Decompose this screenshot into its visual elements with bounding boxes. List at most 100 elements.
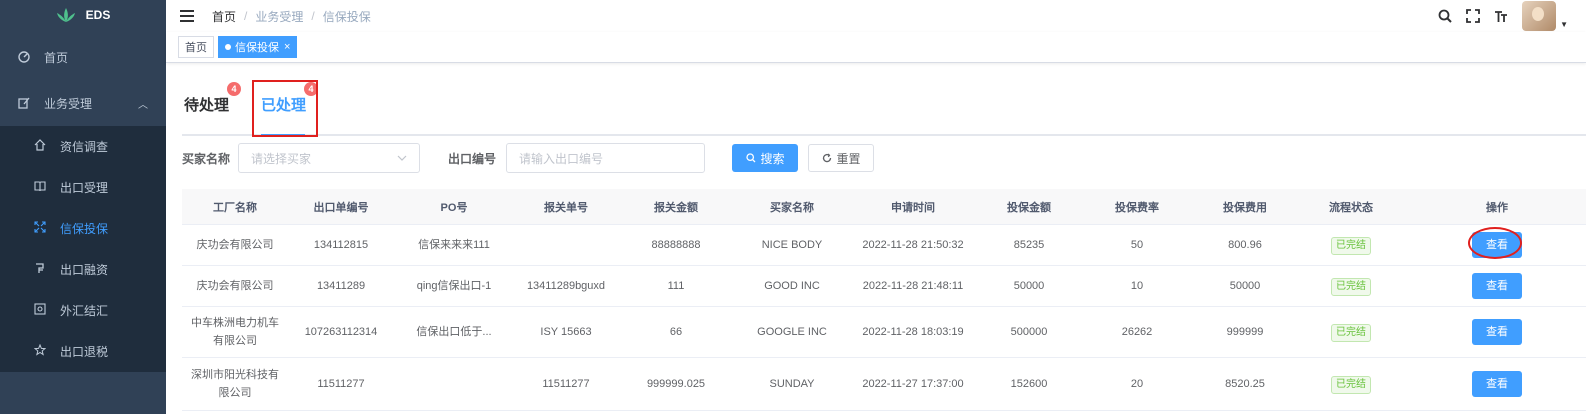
- cell-factory: 深圳市阳光科技有限公司: [182, 357, 288, 411]
- cell-status: 已完结: [1298, 357, 1404, 411]
- sidebar-item-label: 出口退税: [60, 345, 109, 359]
- tabs: 待处理 4 已处理 4: [182, 72, 1586, 137]
- cell-time: 2022-11-28 21:50:32: [850, 224, 976, 266]
- sidebar-item-home[interactable]: 首页: [0, 34, 166, 80]
- cell-insured-amount: 50000: [976, 265, 1082, 307]
- sidebar-item-label: 出口受理: [60, 181, 109, 195]
- page-content: 待处理 4 已处理 4 买家名称 请选择买家 出口编号 请输入出口编号 搜索 重…: [182, 72, 1586, 411]
- cell-status: 已完结: [1298, 224, 1404, 266]
- tab-pending[interactable]: 待处理 4: [184, 82, 242, 115]
- column-header: 投保费用: [1192, 189, 1298, 225]
- cell-factory: 庆功会有限公司: [182, 224, 288, 266]
- column-header: 操作: [1404, 189, 1586, 225]
- table-row: 庆功会有限公司 13411289 qing信保出口-1 13411289bgux…: [182, 265, 1586, 307]
- font-size-icon[interactable]: [1494, 9, 1508, 23]
- button-label: 查看: [1486, 326, 1508, 338]
- close-icon[interactable]: ×: [284, 41, 290, 53]
- sidebar-footer: [0, 376, 166, 414]
- column-header: 申请时间: [850, 189, 976, 225]
- cell-status: 已完结: [1298, 265, 1404, 307]
- button-label: 查看: [1486, 280, 1508, 292]
- cell-action: 查看: [1404, 224, 1586, 266]
- cell-customs-no: 13411289bguxd: [514, 265, 618, 307]
- cell-po: 信保来来来111: [394, 224, 514, 266]
- cell-fee: 8520.25: [1192, 357, 1298, 411]
- cell-factory: 中车株洲电力机车有限公司: [182, 306, 288, 358]
- buyer-select[interactable]: 请选择买家: [238, 143, 421, 173]
- sidebar-item-export[interactable]: 出口受理: [0, 167, 166, 208]
- view-button[interactable]: 查看: [1472, 319, 1522, 345]
- sidebar-item-label: 首页: [44, 50, 69, 65]
- column-header: 投保费率: [1082, 189, 1192, 225]
- view-button[interactable]: 查看: [1472, 273, 1522, 299]
- cell-insured-amount: 500000: [976, 306, 1082, 358]
- sidebar-item-credit-check[interactable]: 资信调查: [0, 126, 166, 167]
- cell-rate: 50: [1082, 224, 1192, 266]
- search-icon[interactable]: [1438, 9, 1452, 23]
- column-header: PO号: [394, 189, 514, 225]
- input-placeholder: 请输入出口编号: [519, 151, 604, 166]
- cell-insured-amount: 85235: [976, 224, 1082, 266]
- cell-export-no: 11511277: [288, 357, 394, 411]
- cell-fee: 50000: [1192, 265, 1298, 307]
- sidebar-item-finance[interactable]: 出口融资: [0, 249, 166, 290]
- hamburger-icon[interactable]: [180, 10, 194, 22]
- sidebar: EDS 首页 业务受理 ︿ 资信调查 出口受理 信保投保 出口融资 外汇结汇 出…: [0, 0, 166, 414]
- active-dot-icon: [225, 44, 231, 50]
- chevron-up-icon: ︿: [138, 99, 148, 111]
- cell-action: 查看: [1404, 265, 1586, 307]
- sidebar-item-exchange[interactable]: 外汇结汇: [0, 290, 166, 331]
- cell-customs-amount: 111: [618, 265, 734, 307]
- sidebar-item-business[interactable]: 业务受理 ︿: [0, 80, 166, 126]
- fullscreen-icon[interactable]: [1466, 9, 1480, 23]
- view-button[interactable]: 查看: [1468, 227, 1522, 259]
- book-icon: [34, 180, 46, 195]
- cell-action: 查看: [1404, 357, 1586, 411]
- cell-po: qing信保出口-1: [394, 265, 514, 307]
- column-header: 流程状态: [1298, 189, 1404, 225]
- sidebar-item-label: 业务受理: [44, 96, 93, 111]
- buyer-label: 买家名称: [182, 151, 231, 166]
- chevron-down-icon: [397, 152, 407, 166]
- column-header: 工厂名称: [182, 189, 288, 225]
- logo-text: EDS: [85, 8, 111, 22]
- tab-label: 待处理: [184, 97, 230, 114]
- cell-time: 2022-11-27 17:37:00: [850, 357, 976, 411]
- sidebar-item-insurance[interactable]: 信保投保: [0, 208, 166, 249]
- button-label: 查看: [1486, 378, 1508, 390]
- annotation-circle: [1468, 227, 1522, 259]
- logo: EDS: [0, 0, 166, 30]
- export-no-input[interactable]: 请输入出口编号: [506, 143, 706, 173]
- search-button[interactable]: 搜索: [732, 144, 799, 172]
- column-header: 买家名称: [734, 189, 850, 225]
- status-badge: 已完结: [1331, 323, 1371, 342]
- submenu-business: 资信调查 出口受理 信保投保 出口融资 外汇结汇 出口退税: [0, 126, 166, 372]
- table-header-row: 工厂名称 出口单编号 PO号 报关单号 报关金额 买家名称 申请时间 投保金额 …: [182, 189, 1586, 225]
- cell-po: [394, 357, 514, 411]
- main-area: 首页 / 业务受理 / 信保投保 ▼ 首页 信保投保 × 待处理 4 已处理 4…: [166, 0, 1586, 414]
- cell-insured-amount: 152600: [976, 357, 1082, 411]
- tag-home[interactable]: 首页: [178, 36, 214, 58]
- column-header: 出口单编号: [288, 189, 394, 225]
- sidebar-item-tax-refund[interactable]: 出口退税: [0, 331, 166, 372]
- cell-action: 查看: [1404, 306, 1586, 358]
- cell-rate: 26262: [1082, 306, 1192, 358]
- view-button[interactable]: 查看: [1472, 371, 1522, 397]
- column-header: 投保金额: [976, 189, 1082, 225]
- cell-buyer: NICE BODY: [734, 224, 850, 266]
- cell-fee: 800.96: [1192, 224, 1298, 266]
- search-icon: [745, 153, 755, 163]
- cell-status: 已完结: [1298, 306, 1404, 358]
- finance-icon: [34, 262, 46, 277]
- cell-buyer: SUNDAY: [734, 357, 850, 411]
- breadcrumb-home[interactable]: 首页: [212, 8, 236, 25]
- avatar[interactable]: [1522, 1, 1557, 31]
- navbar: 首页 / 业务受理 / 信保投保 ▼: [166, 0, 1586, 32]
- table-row: 深圳市阳光科技有限公司 11511277 11511277 999999.025…: [182, 357, 1586, 411]
- caret-down-icon[interactable]: ▼: [1560, 20, 1568, 29]
- sidebar-item-label: 出口融资: [60, 263, 109, 277]
- reset-button[interactable]: 重置: [808, 144, 875, 172]
- cell-buyer: GOOD INC: [734, 265, 850, 307]
- cell-customs-no: 11511277: [514, 357, 618, 411]
- tag-current[interactable]: 信保投保 ×: [218, 36, 298, 58]
